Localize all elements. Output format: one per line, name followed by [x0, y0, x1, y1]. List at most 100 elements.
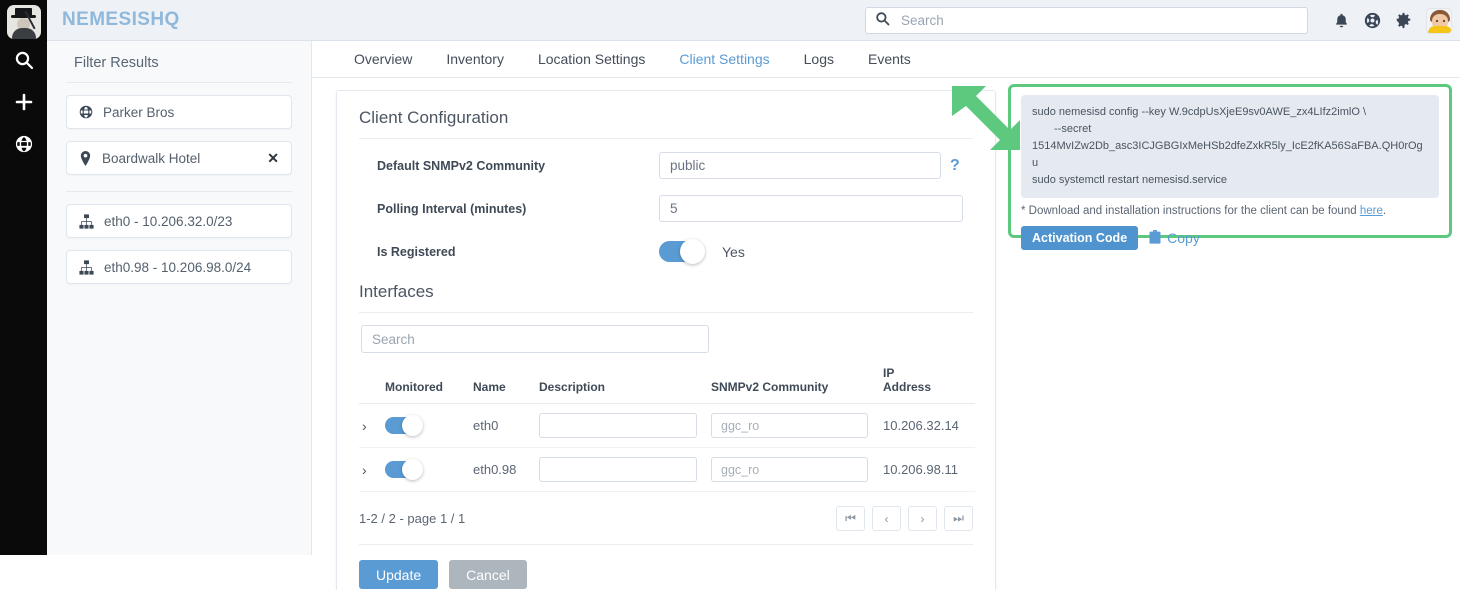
location-pin-icon — [79, 150, 92, 166]
row-ip-address: 10.206.32.14 — [883, 403, 975, 448]
row-monitored-toggle[interactable] — [385, 415, 423, 436]
client-configuration-title: Client Configuration — [359, 108, 509, 127]
section-divider — [359, 138, 973, 139]
update-button[interactable]: Update — [359, 560, 439, 589]
gear-icon[interactable] — [1395, 12, 1412, 29]
row-description-input[interactable] — [539, 457, 697, 482]
activation-note: * Download and installation instructions… — [1021, 205, 1439, 217]
code-line-2: --secret — [1054, 123, 1092, 135]
filter-chip-label: Boardwalk Hotel — [102, 150, 201, 166]
pagination-row: 1-2 / 2 - page 1 / 1 ⏮ ‹ › ⏭ — [359, 506, 973, 545]
tab-overview[interactable]: Overview — [337, 41, 429, 78]
is-registered-toggle[interactable] — [659, 239, 705, 264]
table-header-row: Monitored Name Description SNMPv2 Commun… — [359, 366, 975, 404]
filter-sidebar: Filter Results Parker Bros Boardwalk Hot… — [47, 41, 312, 555]
expand-row-icon[interactable]: › — [359, 462, 367, 478]
row-monitored-toggle[interactable] — [385, 459, 423, 480]
col-ip-line1: IP — [883, 366, 895, 380]
field-row-polling-interval: Polling Interval (minutes) — [337, 192, 995, 225]
field-label: Default SNMPv2 Community — [377, 158, 546, 173]
row-community-input[interactable] — [711, 457, 868, 482]
code-line-1: sudo nemesisd config --key W.9cdpUsXjeE9… — [1032, 106, 1367, 118]
filter-results-title: Filter Results — [74, 55, 159, 71]
avatar[interactable] — [1426, 7, 1452, 34]
code-line-3: 1514MvIZw2Db_asc3ICJGBGIxMeHSb2dfeZxkR5l… — [1032, 140, 1423, 169]
sidebar-interface-label: eth0 - 10.206.32.0/23 — [104, 213, 233, 229]
code-line-4: sudo systemctl restart nemesisd.service — [1032, 174, 1228, 186]
col-description: Description — [539, 366, 711, 404]
col-ip-line2: Address — [883, 380, 932, 394]
interfaces-table: Monitored Name Description SNMPv2 Commun… — [359, 366, 975, 492]
filter-chip-organization[interactable]: Parker Bros — [66, 95, 292, 129]
help-icon[interactable]: ? — [950, 157, 960, 175]
next-page-button[interactable]: › — [908, 506, 937, 531]
installation-instructions-link[interactable]: here — [1360, 205, 1383, 217]
snmp-community-input[interactable] — [659, 152, 941, 179]
col-ip-address: IP Address — [883, 366, 975, 404]
row-interface-name: eth0.98 — [473, 447, 539, 492]
expand-row-icon[interactable]: › — [359, 418, 367, 434]
last-page-button[interactable]: ⏭ — [944, 506, 973, 531]
tab-logs[interactable]: Logs — [787, 41, 851, 78]
close-icon[interactable]: ✕ — [267, 151, 279, 165]
sidebar-divider — [66, 82, 292, 83]
lifering-icon[interactable] — [1364, 12, 1381, 29]
copy-button[interactable]: Copy — [1149, 229, 1200, 247]
activation-note-prefix: * Download and installation instructions… — [1021, 205, 1360, 217]
is-registered-value: Yes — [722, 243, 745, 260]
interfaces-title: Interfaces — [359, 282, 434, 301]
search-icon[interactable] — [0, 39, 47, 81]
global-search[interactable] — [865, 7, 1308, 34]
activation-note-suffix: . — [1382, 205, 1387, 217]
pagination-buttons: ⏮ ‹ › ⏭ — [836, 506, 973, 531]
filter-chip-location[interactable]: Boardwalk Hotel ✕ — [66, 141, 292, 175]
activation-actions: Activation Code Copy — [1021, 226, 1439, 250]
activation-code-button[interactable]: Activation Code — [1021, 226, 1139, 250]
clipboard-icon — [1149, 229, 1161, 247]
table-row: › eth0.98 10.206.98.11 — [359, 447, 975, 492]
sidebar-interface-label: eth0.98 - 10.206.98.0/24 — [104, 259, 252, 275]
tab-inventory[interactable]: Inventory — [429, 41, 521, 78]
client-settings-panel: Client Configuration Default SNMPv2 Comm… — [336, 90, 996, 590]
bell-icon[interactable] — [1333, 12, 1350, 29]
sidebar-interface-eth0[interactable]: eth0 - 10.206.32.0/23 — [66, 204, 292, 238]
left-icon-rail — [0, 0, 47, 555]
activation-code-box[interactable]: sudo nemesisd config --key W.9cdpUsXjeE9… — [1021, 95, 1439, 198]
top-bar: NEMESISHQ — [47, 0, 1460, 41]
interfaces-divider — [359, 312, 973, 313]
row-ip-address: 10.206.98.11 — [883, 447, 975, 492]
field-label: Is Registered — [377, 244, 456, 259]
search-icon — [875, 11, 890, 31]
polling-interval-input[interactable] — [659, 195, 963, 222]
col-monitored: Monitored — [385, 366, 473, 404]
col-snmp-community: SNMPv2 Community — [711, 366, 883, 404]
tab-bar: Overview Inventory Location Settings Cli… — [312, 41, 1460, 78]
form-actions: Update Cancel — [359, 560, 995, 589]
field-label: Polling Interval (minutes) — [377, 201, 527, 216]
filter-chip-label: Parker Bros — [103, 104, 175, 120]
tab-client-settings[interactable]: Client Settings — [662, 41, 786, 78]
network-icon — [79, 213, 94, 229]
tab-location-settings[interactable]: Location Settings — [521, 41, 662, 78]
interfaces-search-input[interactable] — [361, 325, 709, 353]
row-description-input[interactable] — [539, 413, 697, 438]
first-page-button[interactable]: ⏮ — [836, 506, 865, 531]
globe-icon[interactable] — [0, 123, 47, 165]
col-name: Name — [473, 366, 539, 404]
row-community-input[interactable] — [711, 413, 868, 438]
activation-code-panel: sudo nemesisd config --key W.9cdpUsXjeE9… — [1008, 84, 1452, 250]
plus-icon[interactable] — [0, 81, 47, 123]
tab-events[interactable]: Events — [851, 41, 928, 78]
field-row-is-registered: Is Registered Yes — [337, 235, 995, 268]
network-icon — [79, 259, 94, 275]
table-row: › eth0 10.206.32.14 — [359, 403, 975, 448]
prev-page-button[interactable]: ‹ — [872, 506, 901, 531]
search-input[interactable] — [899, 12, 1298, 29]
monopoly-man-logo[interactable] — [6, 5, 41, 39]
field-row-snmp-community: Default SNMPv2 Community ? — [337, 149, 995, 182]
globe-icon — [79, 105, 93, 119]
sidebar-divider-2 — [66, 191, 292, 192]
sidebar-interface-eth0-98[interactable]: eth0.98 - 10.206.98.0/24 — [66, 250, 292, 284]
cancel-button[interactable]: Cancel — [449, 560, 527, 589]
brand-title: NEMESISHQ — [62, 9, 180, 30]
